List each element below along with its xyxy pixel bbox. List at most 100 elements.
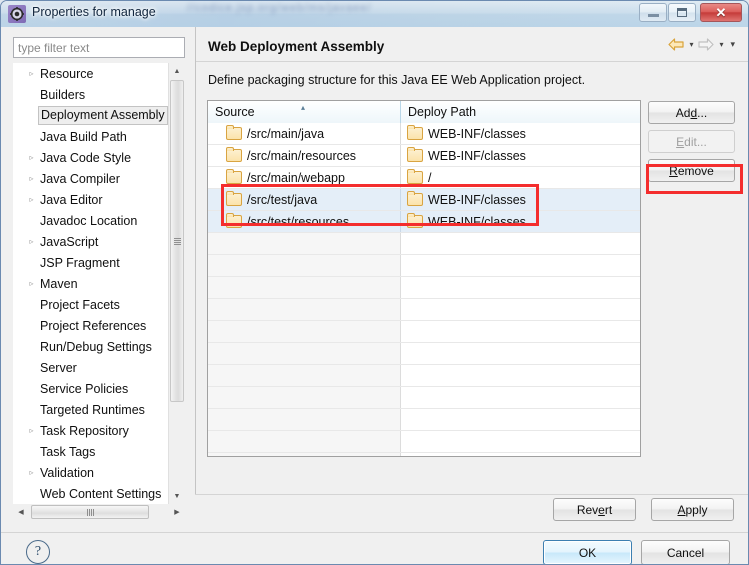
table-row-empty[interactable] — [208, 431, 640, 453]
sort-ascending-icon: ▴ — [301, 103, 306, 112]
sidebar-item-jsp-fragment[interactable]: ▹JSP Fragment — [13, 252, 169, 273]
expand-triangle-icon[interactable]: ▹ — [25, 237, 38, 246]
tree-spacer-icon: ▹ — [25, 384, 38, 393]
sidebar-item-web-content-settings[interactable]: ▹Web Content Settings — [13, 483, 169, 504]
scroll-down-icon[interactable]: ▼ — [169, 488, 185, 504]
sidebar-item-targeted-runtimes[interactable]: ▹Targeted Runtimes — [13, 399, 169, 420]
tree-hscrollbar-thumb[interactable] — [31, 505, 149, 519]
deployment-assembly-table[interactable]: Source ▴ Deploy Path /src/main/java WEB-I… — [207, 100, 641, 457]
sidebar-item-label: Project References — [40, 318, 147, 333]
sidebar-item-javadoc-location[interactable]: ▹Javadoc Location — [13, 210, 169, 231]
apply-button[interactable]: Apply — [651, 498, 734, 521]
expand-triangle-icon[interactable]: ▹ — [25, 279, 38, 288]
expand-triangle-icon[interactable]: ▹ — [25, 153, 38, 162]
cell-deploy-path: WEB-INF/classes — [401, 189, 640, 210]
cell-source — [208, 409, 401, 430]
table-row[interactable]: /src/main/java WEB-INF/classes — [208, 123, 640, 145]
column-header-source[interactable]: Source ▴ — [208, 101, 401, 123]
tree-spacer-icon: ▹ — [25, 363, 38, 372]
sidebar-item-java-code-style[interactable]: ▹ Java Code Style — [13, 147, 169, 168]
cell-deploy-path — [401, 343, 640, 364]
table-row[interactable]: /src/test/java WEB-INF/classes — [208, 189, 640, 211]
sidebar-item-task-tags[interactable]: ▹Task Tags — [13, 441, 169, 462]
sidebar-item-service-policies[interactable]: ▹Service Policies — [13, 378, 169, 399]
page-description: Define packaging structure for this Java… — [208, 73, 586, 87]
table-row[interactable]: /src/main/webapp / — [208, 167, 640, 189]
scroll-right-icon[interactable]: ▶ — [169, 504, 185, 520]
cell-deploy-path — [401, 233, 640, 254]
tree-horizontal-scrollbar[interactable]: ◀ ▶ — [13, 504, 185, 520]
table-row-empty[interactable] — [208, 277, 640, 299]
tree-spacer-icon: ▹ — [25, 342, 38, 351]
tree-spacer-icon: ▹ — [25, 447, 38, 456]
sidebar-item-java-editor[interactable]: ▹ Java Editor — [13, 189, 169, 210]
folder-icon — [407, 169, 423, 184]
sidebar-item-task-repository[interactable]: ▹ Task Repository — [13, 420, 169, 441]
table-row-empty[interactable] — [208, 365, 640, 387]
table-row-empty[interactable] — [208, 233, 640, 255]
expand-triangle-icon[interactable]: ▹ — [25, 174, 38, 183]
back-dropdown-chevron-down-icon[interactable]: ▾ — [687, 40, 695, 49]
sidebar-item-java-compiler[interactable]: ▹ Java Compiler — [13, 168, 169, 189]
help-icon[interactable]: ? — [26, 540, 50, 564]
table-row-empty[interactable] — [208, 409, 640, 431]
nav-menu-chevron-down-icon[interactable]: ▾ — [728, 39, 737, 50]
close-button[interactable]: ✕ — [700, 3, 742, 22]
revert-button[interactable]: Rev e rt — [553, 498, 636, 521]
cell-source — [208, 321, 401, 342]
remove-button[interactable]: Remove — [648, 159, 735, 182]
cell-source: /src/main/java — [208, 123, 401, 144]
expand-triangle-icon[interactable]: ▹ — [25, 195, 38, 204]
table-row-empty[interactable] — [208, 299, 640, 321]
table-row-empty[interactable] — [208, 387, 640, 409]
folder-icon — [226, 147, 242, 162]
scroll-up-icon[interactable]: ▲ — [169, 63, 185, 79]
table-body: /src/main/java WEB-INF/classes/src/main/r… — [208, 123, 640, 456]
column-header-deploy-path[interactable]: Deploy Path — [401, 101, 640, 123]
table-row-empty[interactable] — [208, 321, 640, 343]
table-row-empty[interactable] — [208, 453, 640, 456]
table-row[interactable]: /src/main/resources WEB-INF/classes — [208, 145, 640, 167]
sidebar-item-project-references[interactable]: ▹Project References — [13, 315, 169, 336]
expand-triangle-icon[interactable]: ▹ — [25, 426, 38, 435]
sidebar-item-javascript[interactable]: ▹ JavaScript — [13, 231, 169, 252]
cell-deploy-path: WEB-INF/classes — [401, 145, 640, 166]
settings-tree-panel[interactable]: ▹Resource▹Builders▹Deployment Assembly▹J… — [13, 63, 185, 504]
cell-source-label: /src/main/java — [247, 126, 325, 141]
sidebar-item-resource[interactable]: ▹ Resource — [13, 63, 169, 84]
sidebar-item-validation[interactable]: ▹ Validation — [13, 462, 169, 483]
sidebar-item-server[interactable]: ▹Server — [13, 357, 169, 378]
sidebar-item-java-build-path[interactable]: ▹Java Build Path — [13, 126, 169, 147]
cancel-button[interactable]: Cancel — [641, 540, 730, 564]
footer-divider — [1, 532, 748, 533]
folder-icon — [226, 125, 242, 140]
forward-dropdown-chevron-down-icon[interactable]: ▾ — [717, 40, 725, 49]
minimize-button[interactable] — [639, 3, 667, 22]
tree-scrollbar-thumb[interactable] — [170, 80, 184, 402]
maximize-restore-button[interactable] — [668, 3, 696, 22]
tree-vertical-scrollbar[interactable]: ▲ ▼ — [168, 63, 185, 504]
cell-deploy-path-label: WEB-INF/classes — [428, 214, 526, 229]
table-row[interactable]: /src/test/resources WEB-INF/classes — [208, 211, 640, 233]
sidebar-item-run-debug-settings[interactable]: ▹Run/Debug Settings — [13, 336, 169, 357]
cell-source: /src/test/resources — [208, 211, 401, 232]
sidebar-item-project-facets[interactable]: ▹Project Facets — [13, 294, 169, 315]
expand-triangle-icon[interactable]: ▹ — [25, 69, 38, 78]
table-row-empty[interactable] — [208, 343, 640, 365]
scroll-left-icon[interactable]: ◀ — [13, 504, 29, 520]
filter-input[interactable] — [13, 37, 185, 58]
sidebar-item-deployment-assembly[interactable]: ▹Deployment Assembly — [13, 105, 169, 126]
sidebar-item-label: Java Build Path — [40, 129, 127, 144]
ok-button[interactable]: OK — [543, 540, 632, 564]
add-button[interactable]: Ad d... — [648, 101, 735, 124]
expand-triangle-icon[interactable]: ▹ — [25, 468, 38, 477]
sidebar-item-maven[interactable]: ▹ Maven — [13, 273, 169, 294]
sidebar-item-label: Task Repository — [40, 423, 129, 438]
sidebar-item-label: Service Policies — [40, 381, 129, 396]
sidebar-item-label: Maven — [40, 276, 78, 291]
sidebar-item-builders[interactable]: ▹Builders — [13, 84, 169, 105]
back-arrow-icon[interactable] — [668, 38, 685, 51]
window-titlebar[interactable]: //codice.jsp.org/web/ms/javaee/ Properti… — [1, 1, 748, 28]
table-row-empty[interactable] — [208, 255, 640, 277]
sidebar-item-label: Project Facets — [40, 297, 120, 312]
